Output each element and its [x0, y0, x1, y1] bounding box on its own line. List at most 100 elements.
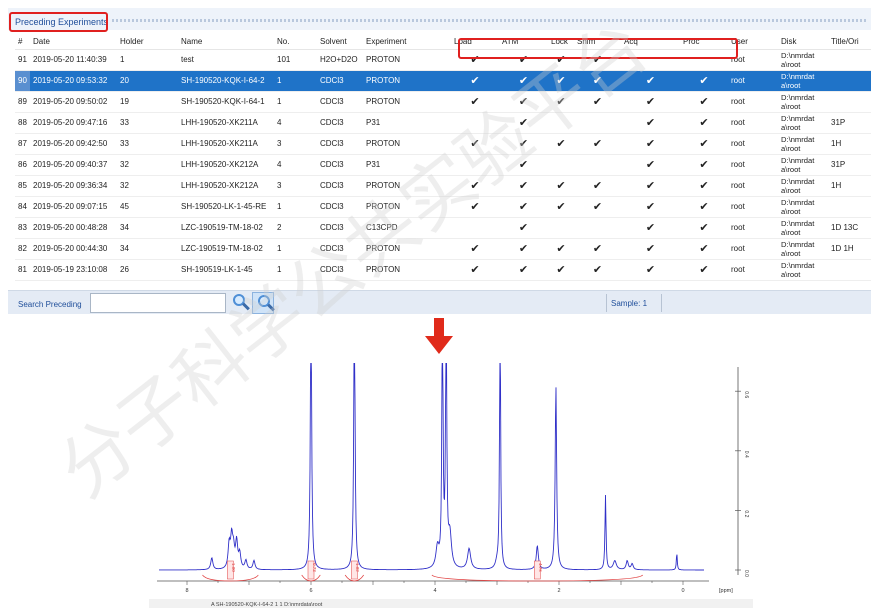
table-row[interactable]: 83 2019-05-20 00:48:28 34 LZC-190519-TM-18-… — [15, 217, 871, 239]
table-row[interactable]: 87 2019-05-20 09:42:50 33 LHH-190520-XK211A… — [15, 133, 871, 155]
cell-acq-check: ✔ — [621, 91, 680, 113]
cell-shim-check — [574, 112, 621, 134]
checkmark-icon: ✔ — [470, 138, 480, 150]
preceding-experiments-panel: Preceding Experiments # Date Holder Name No.… — [8, 8, 871, 314]
cell-num: 88 — [15, 112, 30, 134]
cell-disk: D:\nmrdat a\root — [778, 259, 828, 281]
cell-load-check — [451, 154, 499, 176]
cell-load-check: ✔ — [451, 91, 499, 113]
cell-lock-check: ✔ — [548, 175, 574, 197]
integral-value: 0.73 — [312, 563, 317, 572]
cell-user: root — [728, 133, 778, 155]
checkmark-icon: ✔ — [592, 180, 603, 192]
cell-holder: 26 — [117, 259, 178, 281]
column-header-holder[interactable]: Holder — [117, 35, 178, 50]
cell-name: test — [178, 49, 274, 71]
checkmark-icon: ✔ — [556, 243, 566, 255]
cell-num: 83 — [15, 217, 30, 239]
cell-experiment: PROTON — [363, 133, 451, 155]
cell-no: 1 — [274, 70, 317, 92]
cell-lock-check: ✔ — [548, 133, 574, 155]
column-header-solvent[interactable]: Solvent — [317, 35, 363, 50]
column-header-experiment[interactable]: Experiment — [363, 35, 451, 50]
cell-no: 4 — [274, 112, 317, 134]
column-header-disk[interactable]: Disk — [778, 35, 828, 50]
table-row[interactable]: 81 2019-05-19 23:10:08 26 SH-190519-LK-1-45… — [15, 259, 871, 281]
checkmark-icon: ✔ — [645, 138, 656, 150]
column-header-no[interactable]: No. — [274, 35, 317, 50]
cell-date: 2019-05-20 09:07:15 — [30, 196, 117, 218]
spectrum-background — [149, 363, 753, 608]
status-columns-highlight-box — [458, 38, 738, 59]
cell-proc-check: ✔ — [680, 133, 728, 155]
cell-num: 87 — [15, 133, 30, 155]
cell-atm-check: ✔ — [499, 217, 548, 239]
cell-experiment: PROTON — [363, 238, 451, 260]
cell-solvent: CDCl3 — [317, 196, 363, 218]
cell-proc-check: ✔ — [680, 238, 728, 260]
checkmark-icon: ✔ — [645, 201, 656, 213]
checkmark-icon: ✔ — [699, 138, 709, 150]
nmr-spectrum: 0.6 0.4 0.2 0.0 8 6 4 2 0 [ppm] 1.00 0.73 1.02 4.76… — [149, 363, 753, 608]
table-row[interactable]: 86 2019-05-20 09:40:37 32 LHH-190520-XK212A… — [15, 154, 871, 176]
search-button[interactable] — [228, 292, 250, 314]
cell-load-check: ✔ — [451, 133, 499, 155]
checkmark-icon: ✔ — [699, 180, 709, 192]
cell-user: root — [728, 217, 778, 239]
cell-lock-check: ✔ — [548, 238, 574, 260]
titlebar-grip[interactable] — [112, 19, 867, 22]
cell-acq-check: ✔ — [621, 154, 680, 176]
cell-atm-check: ✔ — [499, 70, 548, 92]
cell-atm-check: ✔ — [499, 154, 548, 176]
search-preceding-input[interactable] — [90, 293, 226, 313]
cell-no: 1 — [274, 238, 317, 260]
cell-shim-check: ✔ — [574, 133, 621, 155]
cell-solvent: CDCl3 — [317, 91, 363, 113]
cell-name: LZC-190519-TM-18-02 — [178, 217, 274, 239]
cell-title: 1H — [828, 133, 871, 155]
cell-num: 84 — [15, 196, 30, 218]
cell-user: root — [728, 91, 778, 113]
cell-disk: D:\nmrdat a\root — [778, 112, 828, 134]
cell-name: SH-190520-KQK-I-64-2 — [178, 70, 274, 92]
search-bar: Search Preceding Sample: 1 — [8, 290, 871, 314]
cell-user: root — [728, 70, 778, 92]
table-row[interactable]: 91 2019-05-20 11:40:39 1 test 101 H2O+D2O PROT… — [15, 49, 871, 71]
cell-name: SH-190519-LK-1-45 — [178, 259, 274, 281]
table-row[interactable]: 82 2019-05-20 00:44:30 34 LZC-190519-TM-18-… — [15, 238, 871, 260]
table-row[interactable]: 88 2019-05-20 09:47:16 33 LHH-190520-XK211A… — [15, 112, 871, 134]
cell-num: 90 — [15, 70, 30, 92]
cell-atm-check: ✔ — [499, 259, 548, 281]
column-header-title[interactable]: Title/Ori — [828, 35, 871, 50]
cell-user: root — [728, 259, 778, 281]
cell-holder: 19 — [117, 91, 178, 113]
search-all-button[interactable] — [252, 292, 275, 314]
cell-no: 1 — [274, 259, 317, 281]
checkmark-icon: ✔ — [699, 201, 709, 213]
column-header-num[interactable]: # — [15, 35, 30, 50]
checkmark-icon: ✔ — [592, 138, 603, 150]
checkmark-icon: ✔ — [556, 96, 566, 108]
cell-num: 82 — [15, 238, 30, 260]
column-header-date[interactable]: Date — [30, 35, 117, 50]
cell-no: 1 — [274, 196, 317, 218]
table-row[interactable]: 84 2019-05-20 09:07:15 45 SH-190520-LK-1-45… — [15, 196, 871, 218]
table-row[interactable]: 90 2019-05-20 09:53:32 20 SH-190520-KQK-I-6… — [15, 70, 871, 92]
cell-lock-check: ✔ — [548, 259, 574, 281]
cell-solvent: CDCl3 — [317, 112, 363, 134]
checkmark-icon: ✔ — [518, 96, 529, 108]
cell-no: 3 — [274, 175, 317, 197]
integral-value: 1.00 — [231, 563, 236, 572]
cell-experiment: P31 — [363, 154, 451, 176]
integral-value: 1.02 — [355, 563, 360, 572]
cell-atm-check: ✔ — [499, 133, 548, 155]
column-header-name[interactable]: Name — [178, 35, 274, 50]
table-row[interactable]: 89 2019-05-20 09:50:02 19 SH-190520-KQK-I-6… — [15, 91, 871, 113]
table-row[interactable]: 85 2019-05-20 09:36:34 32 LHH-190520-XK212A… — [15, 175, 871, 197]
cell-name: SH-190520-LK-1-45-RE — [178, 196, 274, 218]
cell-user: root — [728, 196, 778, 218]
cell-solvent: CDCl3 — [317, 217, 363, 239]
cell-disk: D:\nmrdat a\root — [778, 154, 828, 176]
cell-disk: D:\nmrdat a\root — [778, 70, 828, 92]
checkmark-icon: ✔ — [645, 96, 656, 108]
